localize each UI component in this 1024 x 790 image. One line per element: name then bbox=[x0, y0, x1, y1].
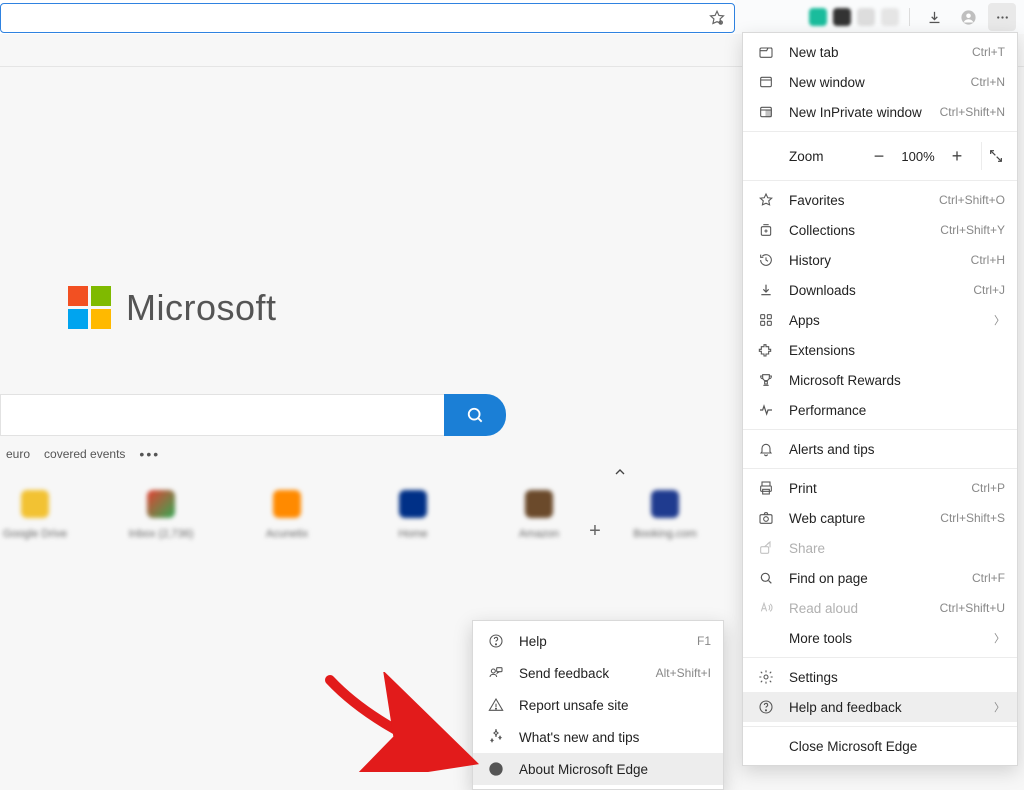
menu-web-capture[interactable]: Web capture Ctrl+Shift+S bbox=[743, 503, 1017, 533]
menu-history[interactable]: History Ctrl+H bbox=[743, 245, 1017, 275]
menu-print[interactable]: Print Ctrl+P bbox=[743, 473, 1017, 503]
read-aloud-icon bbox=[757, 600, 775, 616]
quick-link[interactable]: Amazon bbox=[504, 490, 574, 540]
extension-icon[interactable] bbox=[881, 8, 899, 26]
tab-icon bbox=[757, 44, 775, 60]
add-quick-link-button[interactable]: + bbox=[580, 516, 610, 546]
sparkle-icon bbox=[487, 729, 505, 745]
extension-icon[interactable] bbox=[809, 8, 827, 26]
menu-alerts[interactable]: Alerts and tips bbox=[743, 434, 1017, 464]
search-icon bbox=[757, 570, 775, 586]
microsoft-logo-text: Microsoft bbox=[126, 287, 277, 329]
menu-settings[interactable]: Settings bbox=[743, 662, 1017, 692]
help-submenu: Help F1 Send feedback Alt+Shift+I Report… bbox=[472, 620, 724, 790]
menu-new-tab[interactable]: New tab Ctrl+T bbox=[743, 37, 1017, 67]
microsoft-logo: Microsoft bbox=[68, 286, 277, 330]
ntp-search bbox=[0, 394, 506, 436]
zoom-out-button[interactable]: − bbox=[865, 142, 893, 170]
menu-performance[interactable]: Performance bbox=[743, 395, 1017, 425]
extension-icon[interactable] bbox=[833, 8, 851, 26]
menu-apps[interactable]: Apps 〉 bbox=[743, 305, 1017, 335]
menu-zoom-row: Zoom − 100% + bbox=[743, 136, 1017, 176]
quick-link[interactable]: Home bbox=[378, 490, 448, 540]
help-item-whats-new[interactable]: What's new and tips bbox=[473, 721, 723, 753]
fullscreen-button[interactable] bbox=[981, 142, 1009, 170]
help-icon bbox=[487, 633, 505, 649]
menu-favorites[interactable]: Favorites Ctrl+Shift+O bbox=[743, 185, 1017, 215]
collapse-quicklinks-button[interactable] bbox=[608, 460, 632, 484]
inprivate-icon bbox=[757, 104, 775, 120]
menu-extensions[interactable]: Extensions bbox=[743, 335, 1017, 365]
chevron-right-icon: 〉 bbox=[994, 630, 1005, 646]
quick-link[interactable]: Google Drive bbox=[0, 490, 70, 540]
help-icon bbox=[757, 699, 775, 715]
chevron-right-icon: 〉 bbox=[994, 312, 1005, 328]
quick-link[interactable]: Booking.com bbox=[630, 490, 700, 540]
toolbar bbox=[0, 0, 1024, 34]
menu-share: Share bbox=[743, 533, 1017, 563]
share-icon bbox=[757, 540, 775, 556]
toolbar-actions bbox=[735, 0, 1024, 34]
microsoft-logo-icon bbox=[68, 286, 112, 330]
trending-term[interactable]: euro bbox=[6, 447, 30, 461]
favorite-star-icon[interactable] bbox=[708, 9, 726, 27]
menu-new-inprivate[interactable]: New InPrivate window Ctrl+Shift+N bbox=[743, 97, 1017, 127]
separator bbox=[909, 8, 910, 26]
menu-help-and-feedback[interactable]: Help and feedback 〉 bbox=[743, 692, 1017, 722]
pulse-icon bbox=[757, 402, 775, 418]
extension-icon[interactable] bbox=[857, 8, 875, 26]
edge-icon bbox=[487, 761, 505, 777]
quick-link[interactable]: Inbox (2,736) bbox=[126, 490, 196, 540]
menu-new-window[interactable]: New window Ctrl+N bbox=[743, 67, 1017, 97]
help-item-about-edge[interactable]: About Microsoft Edge bbox=[473, 753, 723, 785]
warning-icon bbox=[487, 697, 505, 713]
star-icon bbox=[757, 192, 775, 208]
feedback-icon bbox=[487, 665, 505, 681]
trophy-icon bbox=[757, 372, 775, 388]
quick-link[interactable]: Acunetix bbox=[252, 490, 322, 540]
chevron-right-icon: 〉 bbox=[994, 699, 1005, 715]
zoom-in-button[interactable]: + bbox=[943, 142, 971, 170]
menu-read-aloud: Read aloud Ctrl+Shift+U bbox=[743, 593, 1017, 623]
zoom-label: Zoom bbox=[789, 149, 861, 164]
camera-icon bbox=[757, 510, 775, 526]
menu-rewards[interactable]: Microsoft Rewards bbox=[743, 365, 1017, 395]
print-icon bbox=[757, 480, 775, 496]
trending-row: euro covered events ••• bbox=[6, 446, 160, 462]
collections-icon bbox=[757, 222, 775, 238]
more-icon[interactable]: ••• bbox=[139, 446, 160, 462]
downloads-button[interactable] bbox=[920, 3, 948, 31]
menu-find[interactable]: Find on page Ctrl+F bbox=[743, 563, 1017, 593]
trending-term[interactable]: covered events bbox=[44, 447, 125, 461]
extensions-icon bbox=[757, 342, 775, 358]
help-item-send-feedback[interactable]: Send feedback Alt+Shift+I bbox=[473, 657, 723, 689]
gear-icon bbox=[757, 669, 775, 685]
search-input[interactable] bbox=[0, 394, 444, 436]
menu-more-tools[interactable]: More tools 〉 bbox=[743, 623, 1017, 653]
window-icon bbox=[757, 74, 775, 90]
address-bar[interactable] bbox=[0, 3, 735, 33]
menu-collections[interactable]: Collections Ctrl+Shift+Y bbox=[743, 215, 1017, 245]
menu-close-edge[interactable]: Close Microsoft Edge bbox=[743, 731, 1017, 761]
annotation-arrow bbox=[320, 672, 480, 772]
zoom-value: 100% bbox=[897, 149, 939, 164]
search-button[interactable] bbox=[444, 394, 506, 436]
download-icon bbox=[757, 282, 775, 298]
settings-and-more-button[interactable] bbox=[988, 3, 1016, 31]
apps-icon bbox=[757, 312, 775, 328]
menu-downloads[interactable]: Downloads Ctrl+J bbox=[743, 275, 1017, 305]
help-item-report-unsafe[interactable]: Report unsafe site bbox=[473, 689, 723, 721]
settings-menu: New tab Ctrl+T New window Ctrl+N New InP… bbox=[742, 32, 1018, 766]
bell-icon bbox=[757, 441, 775, 457]
profile-button[interactable] bbox=[954, 3, 982, 31]
history-icon bbox=[757, 252, 775, 268]
help-item-help[interactable]: Help F1 bbox=[473, 625, 723, 657]
